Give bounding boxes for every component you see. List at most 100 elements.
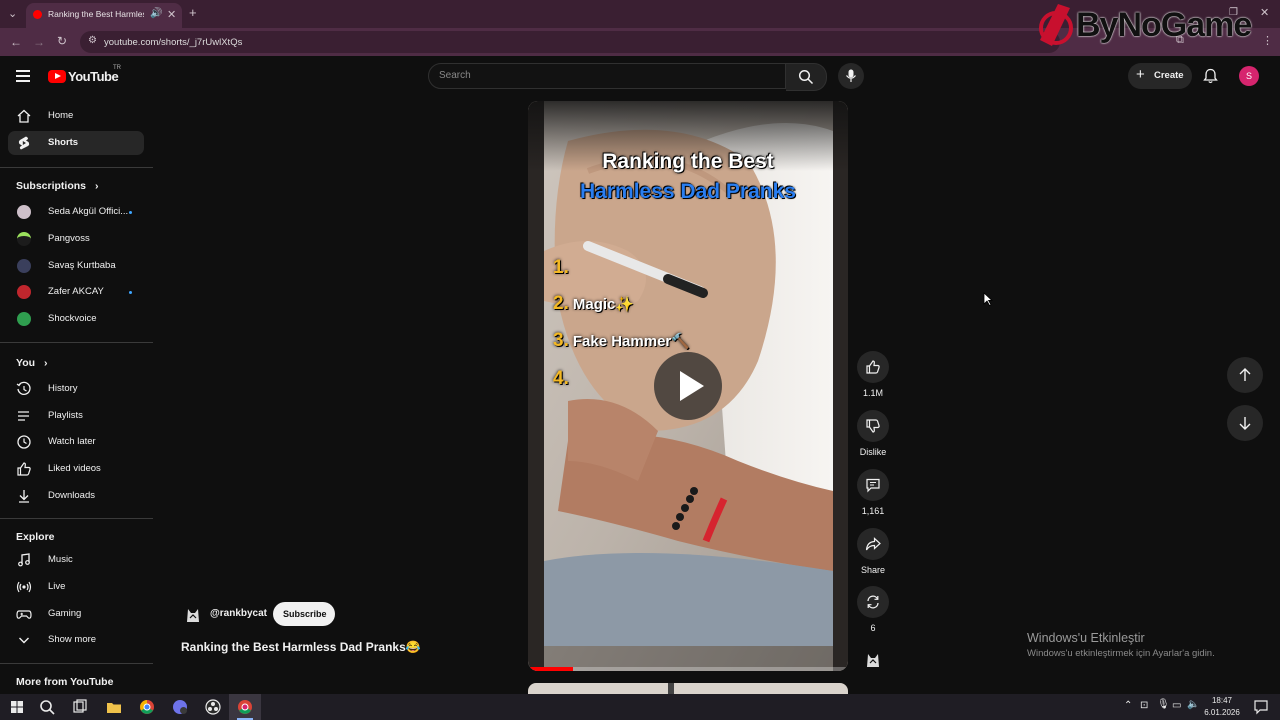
back-icon[interactable]: ← [10,35,22,49]
taskbar-clock[interactable]: 18:47 6.01.2026 [1200,696,1244,717]
search-input[interactable]: Search [428,63,786,89]
dislike-button[interactable] [857,410,889,442]
sidebar-item-subscription[interactable]: Shockvoice [8,307,144,331]
dislike-action[interactable]: Dislike [857,410,889,457]
you-title: You [16,357,36,369]
sidebar-item-label: Downloads [48,490,95,501]
tray-display-icon[interactable]: ▭ [1172,700,1181,711]
progress-fill [528,667,573,671]
address-bar[interactable]: ⚙ youtube.com/shorts/_j7rUwlXtQs [80,31,1060,53]
share-button[interactable] [857,528,889,560]
thumbs-up-icon [17,462,31,476]
discord-chrome-app-icon[interactable] [171,698,189,716]
region-code: TR [113,65,121,71]
notification-center-icon[interactable] [1252,698,1270,716]
tray-chevron-icon[interactable]: ⌃ [1124,700,1132,711]
youtube-logo[interactable]: YouTube TR [48,65,128,88]
progress-track[interactable] [528,667,848,671]
video-title[interactable]: Ranking the Best Harmless Dad Pranks😂 [181,640,421,654]
tray-microphone-icon[interactable]: 🎙 [1157,699,1170,710]
sidebar-item-label: Liked videos [48,463,101,474]
reload-icon[interactable]: ↻ [57,34,67,48]
taskbar-search-icon[interactable] [38,698,56,716]
clock-icon [17,435,31,449]
mouse-cursor-icon [983,292,993,306]
next-short-button[interactable] [1227,405,1263,441]
play-button[interactable] [654,352,722,420]
like-action[interactable]: 1.1M [857,351,889,398]
next-video-preview[interactable] [528,683,848,694]
forward-icon[interactable]: → [33,35,45,49]
sidebar-item-subscription[interactable]: Savaş Kurtbaba [8,254,144,278]
create-button[interactable]: + Create [1128,63,1192,89]
tray-network-icon[interactable]: ⊡ [1140,700,1148,711]
sidebar-item-subscription[interactable]: Zafer AKCAY [8,280,144,304]
explore-header: Explore [16,531,55,543]
notifications-icon[interactable] [1203,68,1218,84]
sidebar-item-live[interactable]: Live [8,575,144,599]
tab-list-icon[interactable]: ⌄ [8,7,17,20]
taskbar-time: 18:47 [1211,696,1233,705]
channel-avatar [17,232,31,246]
share-arrow-icon [865,537,881,551]
remix-button[interactable] [857,586,889,618]
playlists-icon [18,411,29,421]
share-action[interactable]: Share [857,528,889,575]
sidebar-item-liked-videos[interactable]: Liked videos [8,457,144,481]
channel-avatar [17,259,31,273]
url-text: youtube.com/shorts/_j7rUwlXtQs [104,37,243,48]
tab-audio-icon[interactable]: 🔊 [150,8,162,19]
browser-tab[interactable]: Ranking the Best Harmless 🔊 ✕ [26,3,182,28]
search-button[interactable] [786,63,827,91]
new-tab-icon[interactable]: + [189,5,197,20]
channel-avatar [17,312,31,326]
you-header[interactable]: You › [16,357,47,369]
task-view-icon[interactable] [71,698,89,716]
youtube-favicon-icon [33,10,42,19]
sidebar-item-watch-later[interactable]: Watch later [8,430,144,454]
channel-name[interactable]: @rankbycat [210,608,267,619]
overlay-title-line-2: Harmless Dad Pranks [580,180,796,203]
obs-icon[interactable] [204,698,222,716]
menu-icon[interactable] [16,70,30,82]
subscribe-button[interactable]: Subscribe [273,602,335,626]
tray-volume-icon[interactable]: 🔈 [1187,699,1199,710]
sidebar-divider [0,342,153,343]
comments-action[interactable]: 1,161 [857,469,889,516]
chrome-icon[interactable] [138,698,156,716]
subscriptions-title: Subscriptions [16,180,87,192]
arrow-down-icon [1239,417,1251,430]
subscriptions-header[interactable]: Subscriptions › [16,180,98,192]
sidebar-item-history[interactable]: History [8,377,144,401]
windows-start-icon[interactable] [8,698,26,716]
previous-short-button[interactable] [1227,357,1263,393]
search-placeholder: Search [439,70,471,81]
sidebar-item-shorts[interactable]: Shorts [8,131,144,155]
sidebar-item-gaming[interactable]: Gaming [8,602,144,626]
sidebar-item-subscription[interactable]: Pangvoss [8,227,144,251]
voice-search-button[interactable] [838,63,864,89]
sidebar-item-home[interactable]: Home [8,104,144,128]
account-avatar[interactable]: S [1239,66,1259,86]
sidebar-item-label: Shorts [48,137,79,148]
sidebar-item-subscription[interactable]: Seda Akgül Offici... [8,200,144,224]
sidebar-item-music[interactable]: Music [8,548,144,572]
site-info-icon[interactable]: ⚙ [88,35,97,46]
sidebar-item-downloads[interactable]: Downloads [8,484,144,508]
file-explorer-icon[interactable] [105,698,123,716]
remix-action[interactable]: 6 [857,586,889,633]
sidebar-item-playlists[interactable]: Playlists [8,404,144,428]
like-button[interactable] [857,351,889,383]
sidebar-item-show-more[interactable]: Show more [8,628,144,652]
channel-avatar-cat-icon[interactable] [184,605,202,623]
create-label: Create [1154,70,1184,81]
sound-channel-cat-icon[interactable] [864,650,882,668]
windows-activation-title: Windows'u Etkinleştir [1027,631,1145,645]
active-app-highlight[interactable] [229,694,261,720]
tab-close-icon[interactable]: ✕ [167,8,176,21]
youtube-logo-text: YouTube [68,69,119,84]
sidebar-item-label: Live [48,581,66,592]
comments-button[interactable] [857,469,889,501]
youtube-header: YouTube TR Search + Create S [0,56,1280,98]
subscribe-label: Subscribe [283,609,327,619]
